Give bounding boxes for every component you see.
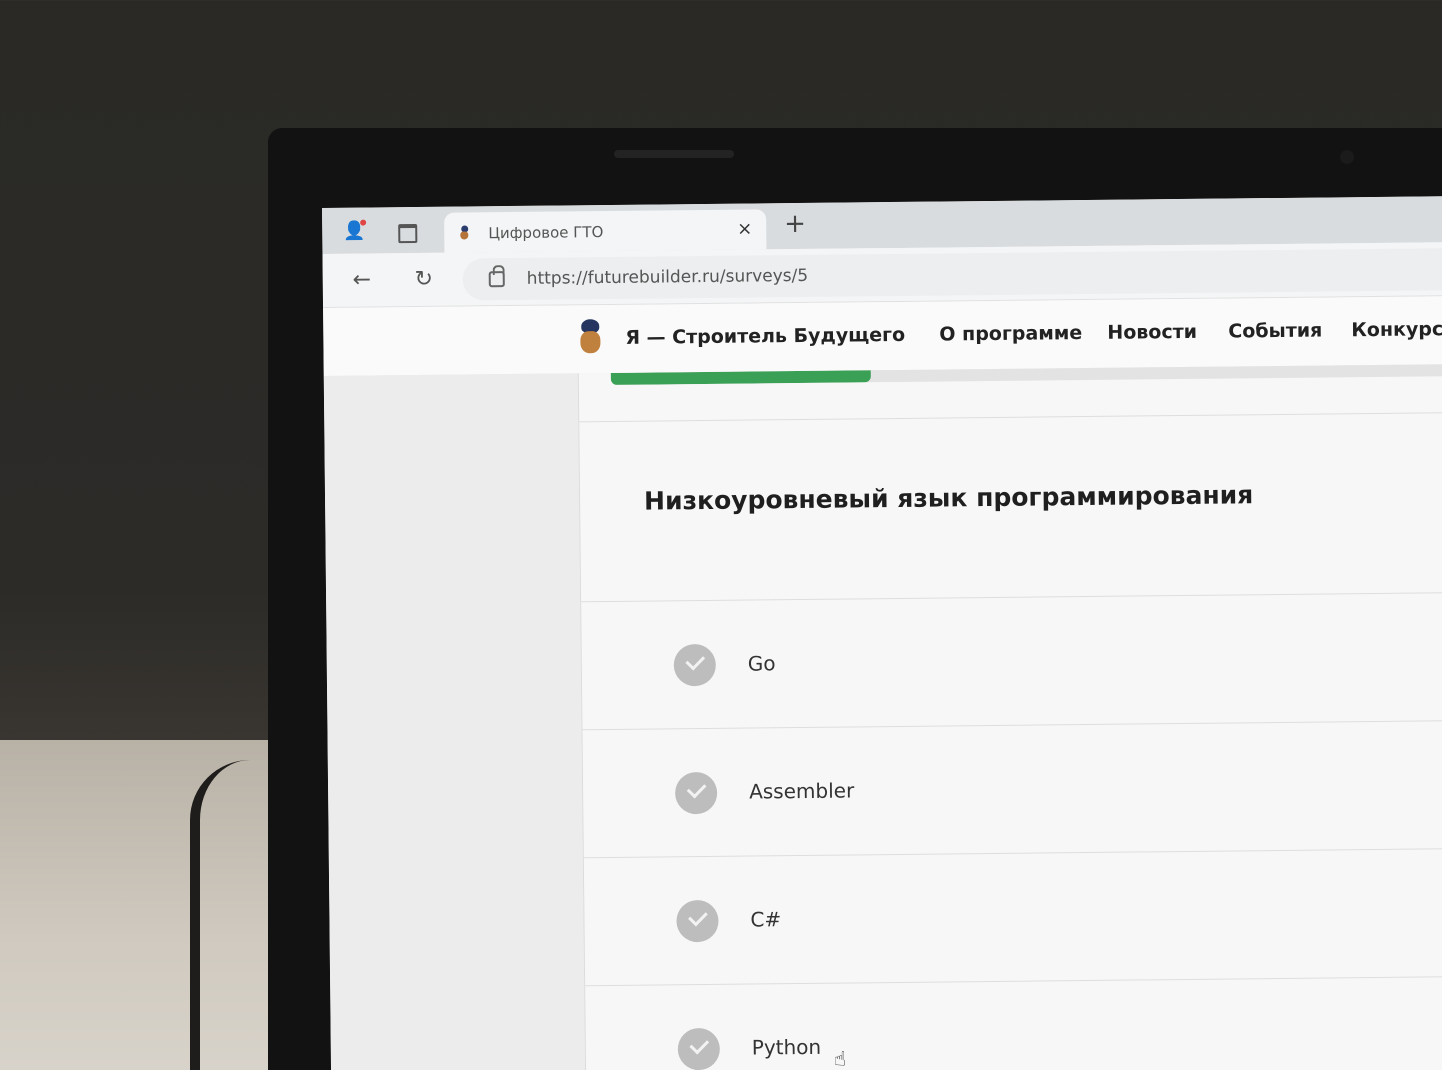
logo-body — [580, 331, 601, 354]
divider — [579, 411, 1442, 423]
lock-icon[interactable] — [488, 271, 505, 288]
webcam-notch — [614, 150, 734, 158]
answer-label: Python — [751, 1034, 822, 1060]
back-button[interactable]: ← — [347, 265, 377, 295]
answer-option-go[interactable]: Go — [581, 592, 1442, 729]
answer-option-assembler[interactable]: Assembler — [582, 720, 1442, 857]
favicon-icon — [458, 225, 470, 239]
answer-option-python[interactable]: Python — [585, 976, 1442, 1070]
site-header: Я — Строитель Будущего О программе Новос… — [323, 296, 1442, 376]
answer-option-csharp[interactable]: C# — [584, 848, 1442, 985]
question-title: Низкоуровневый язык программирования — [643, 480, 1254, 516]
new-tab-button[interactable]: + — [784, 209, 806, 239]
answer-label: Go — [747, 651, 776, 676]
answer-label: Assembler — [749, 778, 855, 804]
reload-button[interactable]: ↻ — [409, 265, 439, 295]
nav-link-about[interactable]: О программе — [939, 322, 1082, 345]
notification-dot — [360, 219, 367, 226]
check-circle-icon[interactable] — [676, 899, 719, 943]
window-icon[interactable] — [394, 219, 418, 243]
tab-title: Цифровое ГТО — [488, 223, 604, 243]
browser-tab[interactable]: Цифровое ГТО × — [444, 209, 767, 253]
nav-link-news[interactable]: Новости — [1107, 321, 1197, 344]
tab-close-icon[interactable]: × — [737, 218, 752, 239]
address-bar[interactable]: https://futurebuilder.ru/surveys/5 — [462, 248, 1442, 301]
webcam-icon — [1340, 150, 1354, 164]
page-left-gutter — [323, 373, 586, 1070]
cable — [190, 760, 280, 1070]
url-text: https://futurebuilder.ru/surveys/5 — [526, 265, 809, 289]
profile-icon[interactable]: 👤 — [342, 219, 367, 244]
site-logo-icon[interactable] — [577, 319, 603, 355]
answer-label: C# — [750, 907, 782, 932]
check-circle-icon[interactable] — [673, 643, 717, 687]
nav-link-contest[interactable]: Конкурс — [1351, 318, 1442, 341]
survey-progress-fill — [610, 370, 872, 385]
site-name-link[interactable]: Я — Строитель Будущего — [625, 324, 905, 349]
laptop-screen: 👤 Цифровое ГТО × + ← ↻ https://futurebui… — [322, 196, 1442, 1070]
check-circle-icon[interactable] — [677, 1027, 721, 1070]
hand-cursor-icon: ☝ — [833, 1046, 847, 1070]
check-circle-icon[interactable] — [674, 771, 718, 815]
nav-link-events[interactable]: События — [1228, 320, 1322, 343]
survey-card: Низкоуровневый язык программирования Go … — [577, 363, 1442, 1070]
